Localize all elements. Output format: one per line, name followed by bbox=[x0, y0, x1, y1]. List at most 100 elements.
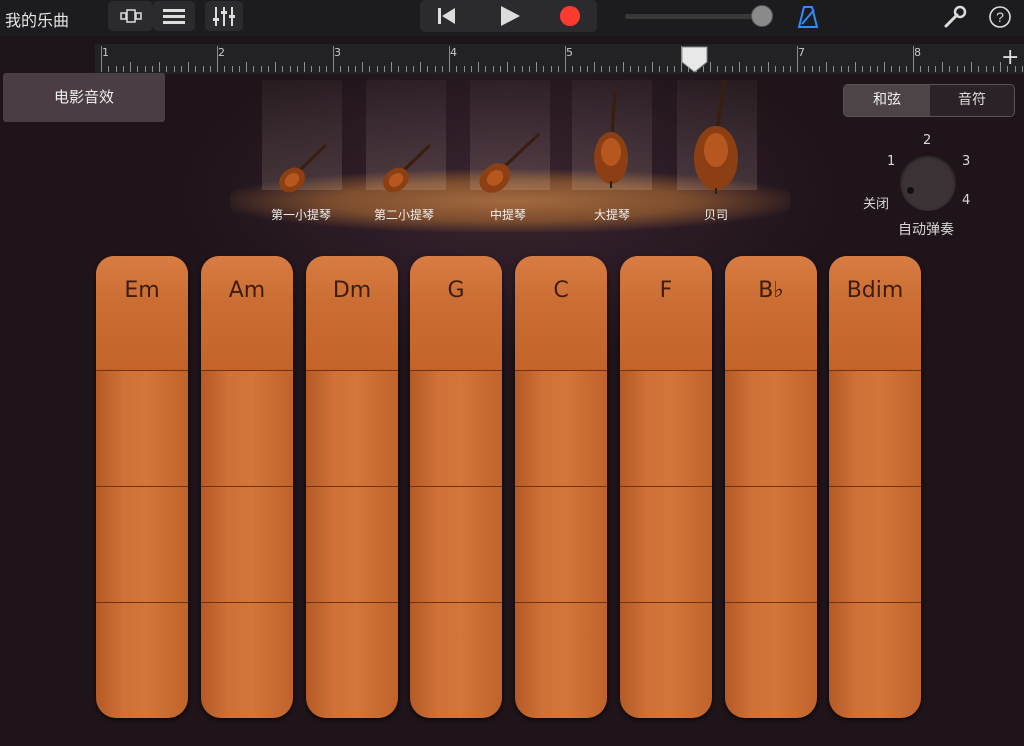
chord-strip[interactable]: B♭ bbox=[725, 256, 817, 718]
chord-strip[interactable]: C bbox=[515, 256, 607, 718]
ruler-tick bbox=[434, 66, 436, 72]
ruler-tick bbox=[739, 62, 740, 72]
ruler-tick bbox=[122, 66, 124, 72]
ruler-tick bbox=[456, 66, 458, 72]
violin-icon[interactable] bbox=[376, 140, 436, 200]
instrument-label[interactable]: 第二小提琴 bbox=[359, 206, 449, 223]
strip-divider bbox=[306, 370, 398, 371]
chord-strip-cap[interactable] bbox=[725, 256, 817, 370]
ruler-tick bbox=[478, 62, 479, 72]
ruler-tick bbox=[441, 66, 443, 72]
instrument-label[interactable]: 中提琴 bbox=[463, 206, 553, 223]
play-icon[interactable] bbox=[498, 4, 522, 28]
cello-icon[interactable] bbox=[588, 86, 638, 190]
ruler-tick bbox=[550, 66, 552, 72]
chord-strip[interactable]: G bbox=[410, 256, 502, 718]
ruler-tick bbox=[753, 66, 755, 72]
ruler-tick bbox=[188, 62, 189, 72]
ruler-tick bbox=[275, 62, 276, 72]
tracks-view-button[interactable] bbox=[108, 1, 153, 31]
autoplay-knob[interactable] bbox=[900, 155, 956, 211]
ruler-tick bbox=[166, 66, 168, 72]
ruler-tick bbox=[340, 66, 342, 72]
ruler-tick bbox=[811, 66, 813, 72]
instrument-label[interactable]: 大提琴 bbox=[567, 206, 657, 223]
strip-divider bbox=[620, 370, 712, 371]
ruler-tick bbox=[956, 66, 958, 72]
ruler-tick bbox=[253, 66, 255, 72]
chord-name: Bdim bbox=[846, 278, 904, 303]
wrench-icon[interactable] bbox=[942, 4, 968, 30]
instrument-label[interactable]: 第一小提琴 bbox=[256, 206, 346, 223]
ruler-tick bbox=[209, 66, 211, 72]
strip-divider bbox=[201, 370, 293, 371]
chord-strip[interactable]: Bdim bbox=[829, 256, 921, 718]
ruler-tick bbox=[528, 66, 530, 72]
violin-icon[interactable] bbox=[272, 140, 332, 200]
autoplay-position-4[interactable]: 4 bbox=[962, 193, 970, 208]
autoplay-position-3[interactable]: 3 bbox=[962, 154, 970, 169]
list-view-button[interactable] bbox=[153, 1, 195, 31]
ruler-tick bbox=[586, 66, 588, 72]
chord-strip-cap[interactable] bbox=[96, 256, 188, 370]
ruler-tick bbox=[449, 46, 450, 72]
mixer-icon bbox=[213, 7, 235, 26]
double-bass-icon[interactable] bbox=[688, 76, 746, 196]
master-volume-knob[interactable] bbox=[751, 5, 773, 27]
ruler-tick bbox=[572, 66, 574, 72]
ruler-tick bbox=[601, 66, 603, 72]
autoplay-position-1[interactable]: 1 bbox=[887, 154, 895, 169]
add-section-button[interactable]: + bbox=[1001, 47, 1019, 69]
song-title[interactable]: 我的乐曲 bbox=[5, 7, 69, 31]
ruler-tick bbox=[927, 66, 929, 72]
metronome-icon[interactable] bbox=[796, 5, 820, 29]
tab-notes[interactable]: 音符 bbox=[930, 85, 1014, 116]
chord-strip-cap[interactable] bbox=[410, 256, 502, 370]
chord-strip[interactable]: Am bbox=[201, 256, 293, 718]
ruler-tick bbox=[260, 66, 262, 72]
ruler-tick bbox=[652, 62, 653, 72]
chord-strip[interactable]: Dm bbox=[306, 256, 398, 718]
ruler-tick bbox=[1021, 66, 1023, 72]
ruler-tick bbox=[644, 66, 646, 72]
chord-name: Am bbox=[228, 278, 266, 303]
ruler-tick bbox=[630, 66, 632, 72]
ruler-tick bbox=[934, 66, 936, 72]
chord-strip-cap[interactable] bbox=[201, 256, 293, 370]
timeline-ruler[interactable]: 12345678 bbox=[95, 44, 1024, 74]
tab-chords[interactable]: 和弦 bbox=[844, 85, 930, 116]
chord-strip[interactable]: F bbox=[620, 256, 712, 718]
master-volume-slider[interactable] bbox=[625, 14, 761, 19]
autoplay-off-label[interactable]: 关闭 bbox=[863, 193, 889, 212]
chord-strip-cap[interactable] bbox=[620, 256, 712, 370]
ruler-tick bbox=[137, 66, 139, 72]
ruler-tick bbox=[101, 46, 102, 72]
ruler-tick bbox=[840, 66, 842, 72]
preset-button[interactable]: 电影音效 bbox=[3, 73, 165, 122]
chord-strip[interactable]: Em bbox=[96, 256, 188, 718]
playhead-marker[interactable] bbox=[680, 45, 710, 75]
ruler-tick bbox=[862, 66, 864, 72]
ruler-tick bbox=[579, 66, 581, 72]
ruler-tick bbox=[833, 66, 835, 72]
help-icon[interactable]: ? bbox=[988, 5, 1012, 29]
ruler-tick bbox=[296, 66, 298, 72]
ruler-tick bbox=[318, 66, 320, 72]
ruler-tick bbox=[789, 66, 791, 72]
go-to-start-icon[interactable] bbox=[435, 5, 459, 27]
ruler-tick bbox=[369, 66, 371, 72]
chord-name: B♭ bbox=[758, 278, 784, 303]
record-icon[interactable] bbox=[558, 4, 582, 28]
strip-divider bbox=[515, 486, 607, 487]
chord-strip-cap[interactable] bbox=[306, 256, 398, 370]
ruler-tick bbox=[311, 66, 313, 72]
ruler-tick bbox=[246, 62, 247, 72]
ruler-tick bbox=[869, 66, 871, 72]
ruler-tick bbox=[405, 66, 407, 72]
autoplay-position-2[interactable]: 2 bbox=[923, 133, 931, 148]
chord-strip-cap[interactable] bbox=[515, 256, 607, 370]
chord-strip-cap[interactable] bbox=[829, 256, 921, 370]
viola-icon[interactable] bbox=[473, 128, 545, 200]
instrument-label[interactable]: 贝司 bbox=[671, 206, 761, 223]
mixer-button[interactable] bbox=[205, 1, 243, 31]
